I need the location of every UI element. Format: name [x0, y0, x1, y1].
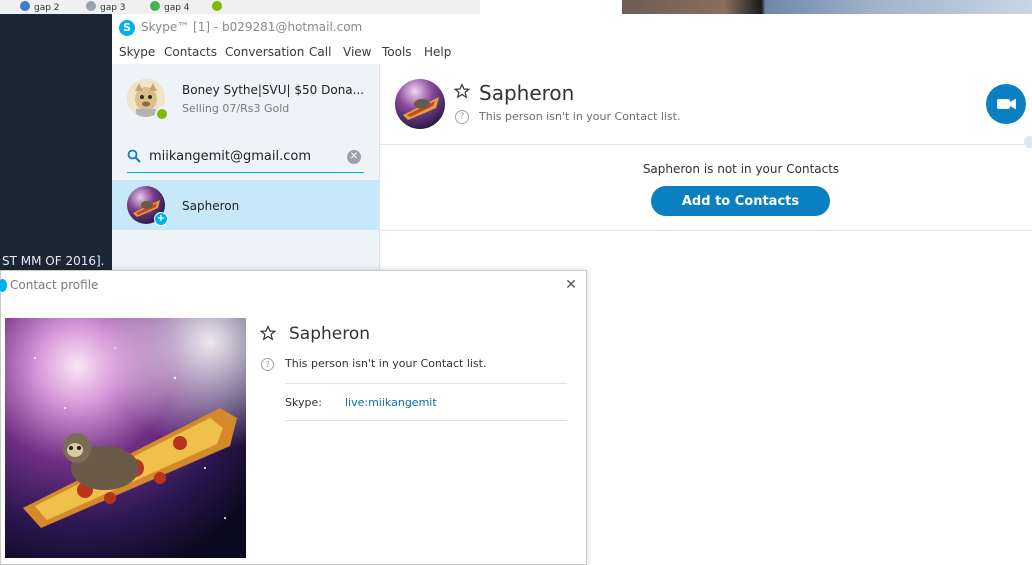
profile-picture	[5, 318, 246, 558]
contact-name: Sapheron	[182, 199, 240, 213]
video-call-button[interactable]	[986, 84, 1026, 124]
skype-logo-icon: S	[119, 20, 135, 36]
list-item[interactable]: + Sapheron	[112, 180, 379, 230]
scroll-edge-icon	[1024, 136, 1032, 148]
search-box: ✕	[127, 142, 364, 173]
chrome-icon	[86, 1, 96, 11]
chrome-icon	[212, 1, 222, 11]
skype-id-link[interactable]: live:miikangemit	[345, 396, 437, 409]
sloth-pizza-avatar-icon	[395, 79, 445, 129]
background-window-text: ST MM OF 2016].	[2, 254, 105, 268]
notice-text: Sapheron is not in your Contacts	[642, 162, 840, 176]
help-icon: ?	[261, 358, 274, 371]
my-profile[interactable]: Boney Sythe|SVU| $50 Dona... Selling 07/…	[112, 64, 379, 134]
conversation-header: Sapheron ? This person isn't in your Con…	[380, 64, 1032, 145]
add-contact-badge-icon: +	[154, 212, 168, 226]
taskbar-item[interactable]	[212, 1, 226, 12]
avatar[interactable]	[395, 79, 445, 129]
search-input[interactable]	[149, 146, 339, 166]
menu-call[interactable]: Call	[309, 45, 331, 59]
background-window-image	[622, 0, 1032, 14]
contact-status-text: This person isn't in your Contact list.	[479, 110, 681, 123]
my-mood-message[interactable]: Selling 07/Rs3 Gold	[182, 102, 289, 115]
my-display-name: Boney Sythe|SVU| $50 Dona...	[182, 83, 365, 97]
background-window: ST MM OF 2016].	[0, 14, 112, 270]
close-icon[interactable]: ✕	[563, 277, 579, 293]
menu-tools[interactable]: Tools	[382, 45, 412, 59]
menu-bar: Skype Contacts Conversation Call View To…	[112, 42, 1032, 64]
help-icon: ?	[455, 110, 469, 124]
menu-skype[interactable]: Skype	[119, 45, 155, 59]
menu-conversation[interactable]: Conversation	[225, 45, 304, 59]
sloth-on-pizza-image-icon	[5, 318, 246, 558]
favorite-star-icon[interactable]	[454, 83, 470, 99]
not-in-contacts-notice: Sapheron is not in your Contacts Add to …	[380, 144, 1032, 231]
search-icon	[127, 149, 141, 163]
skype-id-label: Skype:	[285, 396, 322, 409]
taskbar-item[interactable]: gap 3	[86, 1, 126, 13]
window-title: Skype™ [1] - b029281@hotmail.com	[141, 20, 363, 34]
divider	[285, 383, 567, 384]
menu-view[interactable]: View	[343, 45, 371, 59]
taskbar-item[interactable]: gap 2	[20, 1, 60, 13]
add-to-contacts-button[interactable]: Add to Contacts	[651, 186, 830, 216]
chrome-icon	[20, 1, 30, 11]
menu-help[interactable]: Help	[424, 45, 451, 59]
contact-status-text: This person isn't in your Contact list.	[285, 357, 487, 370]
skype-logo-icon	[0, 279, 7, 292]
title-bar: S Skype™ [1] - b029281@hotmail.com	[112, 14, 1032, 42]
online-status-icon	[155, 107, 169, 121]
favorite-star-icon[interactable]	[260, 325, 276, 341]
menu-contacts[interactable]: Contacts	[164, 45, 217, 59]
divider	[285, 420, 567, 421]
contact-profile-dialog: Contact profile ✕ Sapheron ? This person…	[0, 270, 587, 565]
video-camera-icon	[997, 98, 1016, 110]
taskbar-item[interactable]: gap 4	[150, 1, 190, 13]
background-taskbar: gap 2 gap 3 gap 4	[0, 0, 480, 15]
chrome-icon	[150, 1, 160, 11]
conversation-title: Sapheron	[479, 81, 575, 105]
dialog-title: Contact profile	[10, 278, 99, 292]
profile-name: Sapheron	[289, 324, 371, 344]
clear-icon[interactable]: ✕	[347, 150, 361, 164]
